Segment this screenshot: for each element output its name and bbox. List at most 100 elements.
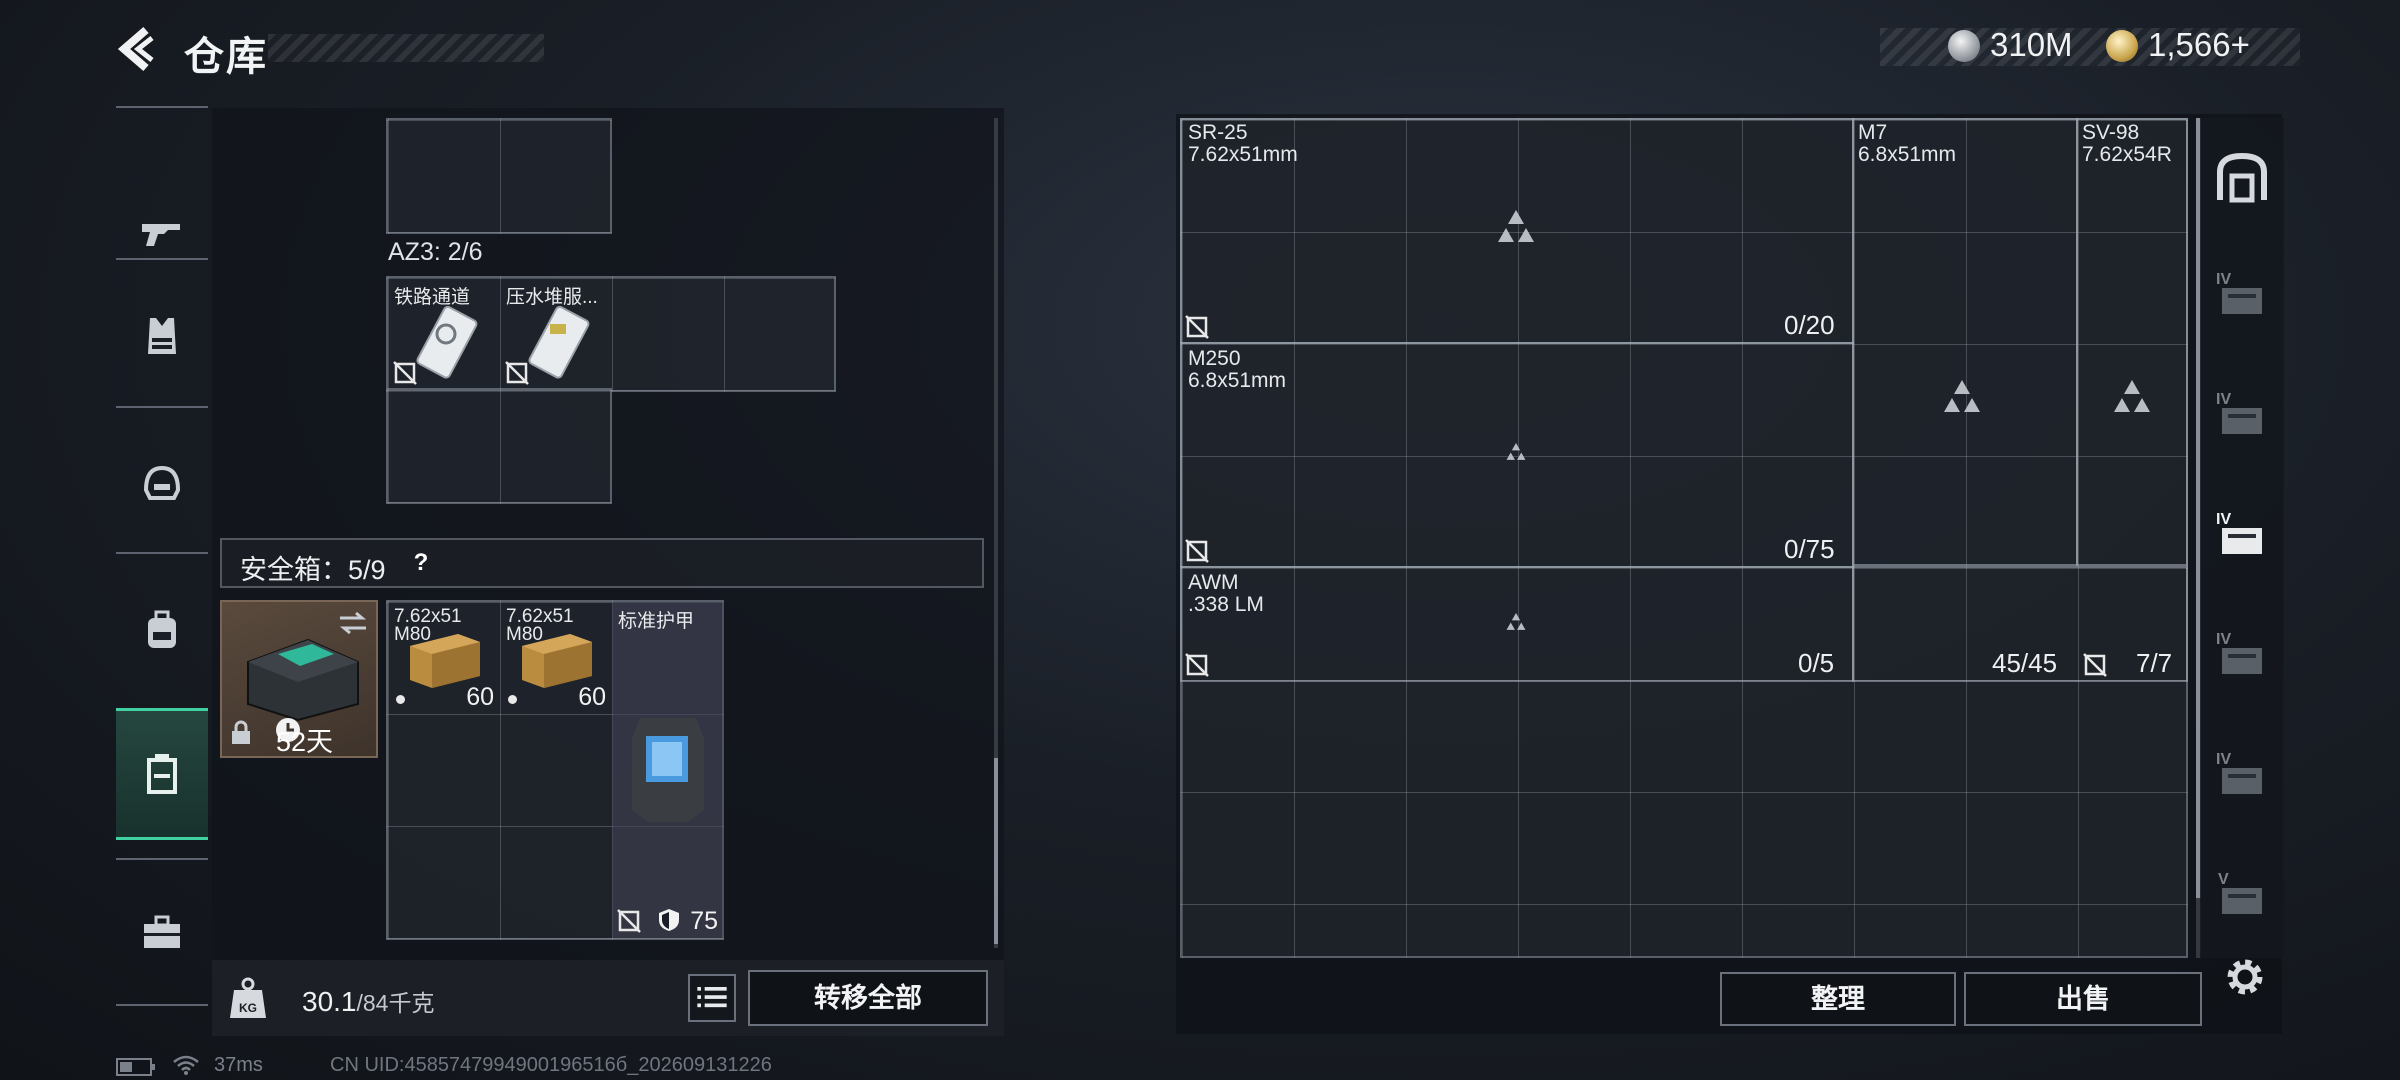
gold-coin-icon (2106, 30, 2138, 62)
left-scrollbar[interactable] (994, 118, 998, 948)
no-insure-icon (1185, 315, 1209, 339)
weapon-name: SR-25 (1188, 121, 1248, 144)
nav-backpack[interactable] (116, 564, 208, 696)
category-nav (116, 106, 208, 1006)
nav-divider (116, 258, 208, 260)
empty-slot-icon (1944, 380, 1980, 412)
status-dot (396, 695, 405, 704)
slot-count: 0/5 (1798, 648, 1835, 678)
item-name: 标准护甲 (618, 611, 695, 632)
weapon-caliber: 6.8x51mm (1188, 369, 1287, 392)
armor-icon (632, 718, 704, 822)
item-railway-pass[interactable]: 铁路通道 (388, 278, 500, 390)
safebox-expiry: 52天 (276, 727, 334, 757)
keycard-icon (416, 305, 478, 379)
swap-icon[interactable] (338, 610, 368, 636)
silver-coin-icon (1948, 30, 1980, 62)
stash-tab-4-active[interactable]: IV (2214, 506, 2270, 562)
backpack-icon (148, 610, 176, 648)
item-pwr-access[interactable]: 压水堆服... (500, 278, 612, 390)
gold-amount[interactable]: 1,566+ (2148, 26, 2250, 64)
weapon-name: M7 (1858, 121, 1888, 144)
status-dot (508, 695, 517, 704)
vest-icon (148, 318, 176, 354)
item-standard-armor[interactable]: 标准护甲 75 (612, 602, 724, 938)
stash-tab-main[interactable] (2214, 150, 2270, 206)
transfer-all-button[interactable]: 转移全部 (748, 970, 988, 1026)
weight-value: 30.1/84千克 (302, 984, 434, 1018)
stash-tab-7[interactable]: V (2214, 866, 2270, 922)
svg-text:IV: IV (2216, 391, 2231, 408)
no-insure-icon (2083, 653, 2107, 677)
list-icon (697, 987, 727, 1008)
ammo-box-icon (410, 634, 480, 688)
silver-amount: 310M (1990, 26, 2073, 63)
armor-durability: 75 (690, 907, 718, 935)
storage-tier-icon: IV (2216, 751, 2262, 794)
sort-button[interactable]: 整理 (1720, 972, 1956, 1026)
storage-tier-icon: IV (2216, 631, 2262, 674)
safebox-icon (147, 754, 177, 794)
nav-divider (116, 858, 208, 860)
slot-m7[interactable] (1852, 118, 2078, 566)
svg-text:IV: IV (2216, 511, 2231, 528)
ammo-box-icon (522, 634, 592, 688)
item-quantity: 60 (466, 683, 494, 711)
nav-toolbox[interactable] (116, 866, 208, 998)
list-view-button[interactable] (688, 974, 736, 1022)
weight-icon: KG (230, 977, 266, 1018)
nav-divider (116, 1004, 208, 1006)
no-insure-icon (617, 909, 641, 933)
empty-slot-icon (2114, 380, 2150, 412)
nav-divider (116, 106, 208, 108)
gear-icon (2227, 959, 2263, 995)
no-insure-icon (393, 361, 417, 385)
user-uid: CN UID:4585747994900196516б_202609131226 (330, 1054, 772, 1076)
no-insure-icon (505, 361, 529, 385)
no-insure-icon (1185, 653, 1209, 677)
help-icon[interactable]: ? (404, 546, 438, 580)
nav-vest[interactable] (116, 270, 208, 402)
slot-count: 0/20 (1784, 310, 1835, 340)
vest-grid[interactable] (386, 118, 612, 234)
nav-helmet[interactable] (116, 418, 208, 550)
weapon-caliber: 6.8x51mm (1858, 143, 1957, 166)
storage-tier-icon: IV (2216, 391, 2262, 434)
settings-button[interactable] (2220, 952, 2270, 1002)
scroll-thumb[interactable] (994, 758, 998, 944)
ping-value: 37ms (214, 1054, 263, 1076)
stash-tab-3[interactable]: IV (2214, 386, 2270, 442)
svg-text:IV: IV (2216, 271, 2231, 288)
item-ammo-m80[interactable]: 7.62x51 M80 60 (500, 602, 612, 714)
gun-icon (142, 224, 180, 246)
svg-text:IV: IV (2216, 631, 2231, 648)
stash-tab-5[interactable]: IV (2214, 626, 2270, 682)
toolbox-icon (144, 915, 180, 948)
helmet-icon (143, 465, 181, 500)
weapon-caliber: 7.62x54R (2082, 143, 2172, 166)
svg-text:V: V (2218, 871, 2229, 888)
page-title: 仓库 (184, 35, 268, 79)
nav-safebox[interactable] (116, 708, 208, 840)
weapon-caliber: .338 LM (1188, 593, 1264, 616)
stash-tab-2[interactable]: IV (2214, 266, 2270, 322)
weapon-name: AWM (1188, 571, 1239, 594)
back-button[interactable] (112, 22, 166, 76)
empty-slot-icon (1506, 613, 1526, 630)
weight-capacity: /84千克 (356, 990, 435, 1016)
svg-text:KG: KG (239, 1001, 257, 1015)
slot-sv98[interactable] (2076, 118, 2188, 566)
weight-current: 30.1 (302, 986, 357, 1017)
sell-button[interactable]: 出售 (1964, 972, 2202, 1026)
safebox-capacity: 安全箱：5/9 (240, 555, 386, 585)
shield-icon (659, 909, 679, 931)
battery-icon (116, 1058, 155, 1076)
empty-slot-icon (1498, 210, 1534, 242)
item-ammo-m80[interactable]: 7.62x51 M80 60 (388, 602, 500, 714)
az3-grid-bottom[interactable] (386, 388, 612, 504)
title-decoration (268, 34, 544, 62)
stash-tab-6[interactable]: IV (2214, 746, 2270, 802)
storage-tier-icon: IV (2216, 271, 2262, 314)
weapon-caliber: 7.62x51mm (1188, 143, 1298, 166)
keycard-icon (528, 305, 590, 379)
